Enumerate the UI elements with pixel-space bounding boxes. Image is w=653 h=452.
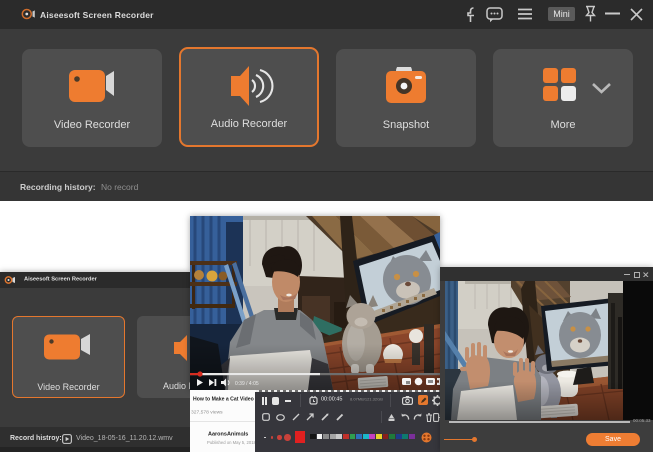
svg-text:0:39 / 4:05: 0:39 / 4:05 bbox=[235, 381, 259, 387]
